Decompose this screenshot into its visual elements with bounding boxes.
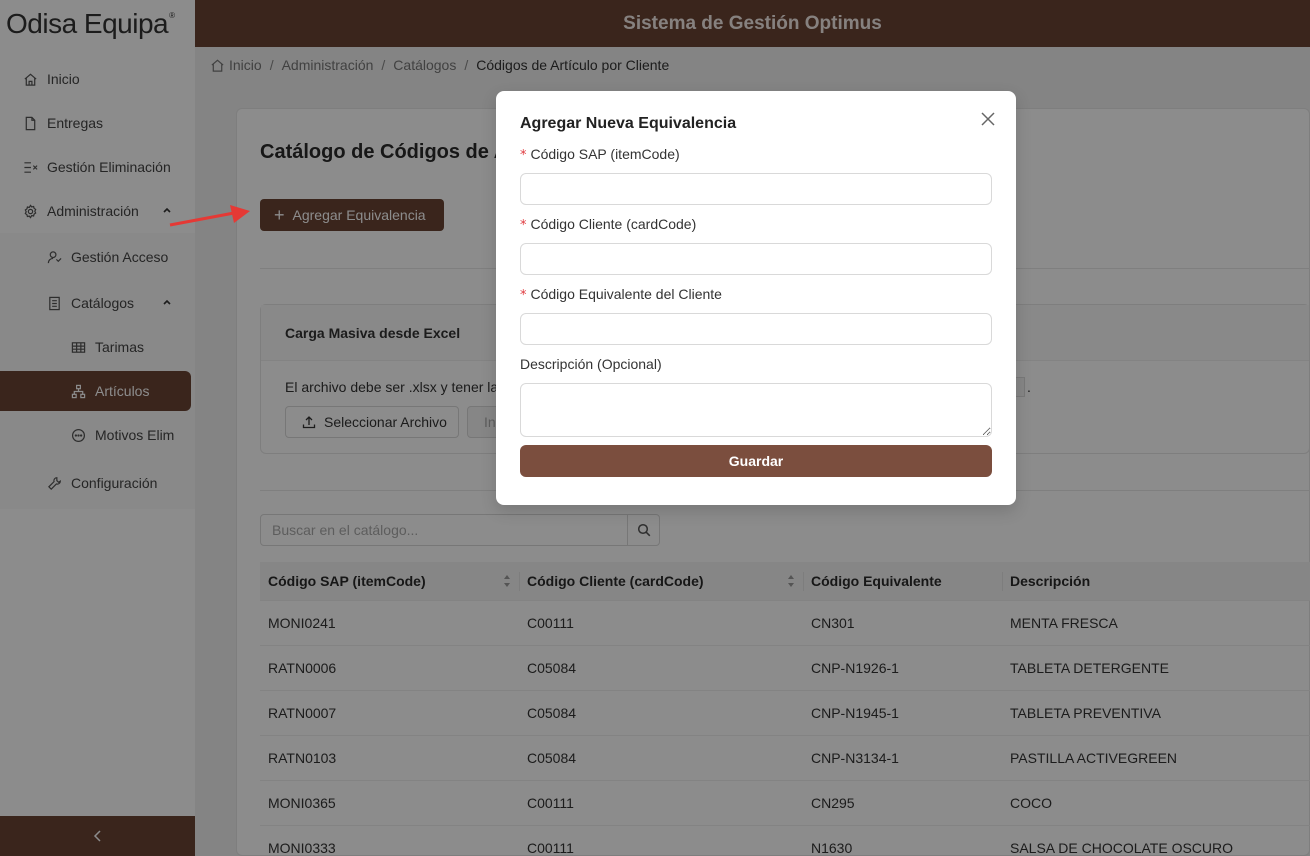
itemcode-field[interactable] <box>520 173 992 205</box>
description-label: Descripción (Opcional) <box>520 356 662 372</box>
equivalent-code-field[interactable] <box>520 313 992 345</box>
save-button[interactable]: Guardar <box>520 445 992 477</box>
cardcode-field[interactable] <box>520 243 992 275</box>
annotation-arrow-icon <box>169 205 250 227</box>
cardcode-label: * Código Cliente (cardCode) <box>520 216 697 233</box>
add-equivalence-modal: Agregar Nueva Equivalencia * Código SAP (… <box>496 91 1016 505</box>
close-icon[interactable] <box>980 111 996 127</box>
modal-title: Agregar Nueva Equivalencia <box>520 115 737 132</box>
description-field[interactable] <box>520 383 992 437</box>
itemcode-label: * Código SAP (itemCode) <box>520 146 680 163</box>
equivalent-code-label: * Código Equivalente del Cliente <box>520 286 722 303</box>
